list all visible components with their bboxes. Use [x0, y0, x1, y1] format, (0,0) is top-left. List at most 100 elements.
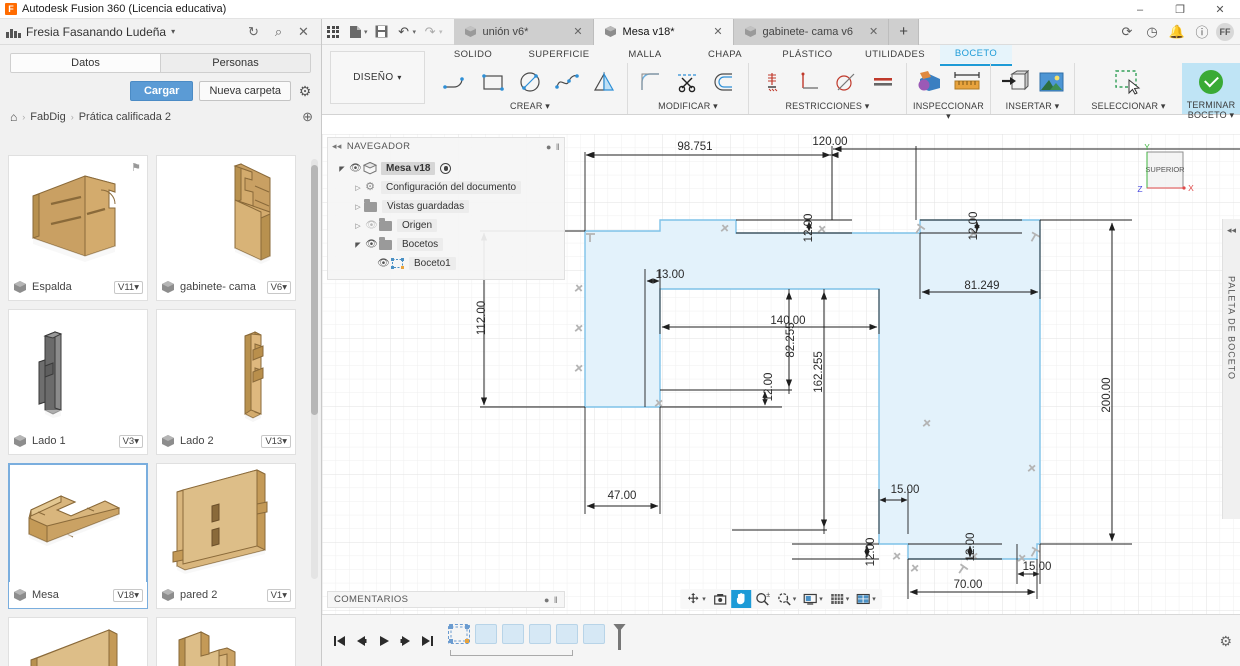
data-item-card[interactable]	[8, 617, 148, 666]
search-icon[interactable]: ⌕	[271, 24, 286, 39]
skip-start-icon[interactable]	[328, 628, 350, 654]
file-icon[interactable]	[344, 20, 366, 44]
data-item-card[interactable]: pared 2 V1▾	[156, 463, 296, 609]
ribbon-tab-boceto[interactable]: BOCETO	[940, 45, 1012, 66]
visibility-eye-icon[interactable]: 👁	[348, 163, 363, 174]
spline-icon[interactable]	[550, 65, 584, 99]
timeline-settings-gear-icon[interactable]: ⚙	[1219, 633, 1232, 650]
document-tab-mesa[interactable]: Mesa v18* ✕	[593, 18, 734, 45]
insert-image-icon[interactable]	[1034, 65, 1068, 99]
close-tab-icon[interactable]: ✕	[563, 25, 582, 38]
chevron-down-icon[interactable]: ▾	[793, 595, 797, 603]
expand-triangle-icon[interactable]: ▷	[352, 222, 364, 230]
expand-triangle-icon[interactable]: ◤	[352, 241, 364, 249]
data-item-card[interactable]: ⚑ Espalda V11▾	[8, 155, 148, 301]
chevron-down-icon[interactable]: ▾	[171, 27, 175, 36]
comments-options-icon[interactable]: ●	[544, 595, 550, 605]
avatar[interactable]: FF	[1216, 22, 1234, 41]
maximize-button[interactable]: ❐	[1160, 0, 1200, 19]
arc-icon[interactable]	[439, 65, 473, 99]
measure-ruler-icon[interactable]	[950, 65, 984, 99]
perpendicular-icon[interactable]	[792, 65, 826, 99]
tab-personas[interactable]: Personas	[161, 54, 310, 72]
grid-snap-icon[interactable]: ▾	[827, 590, 853, 608]
version-badge[interactable]: V11▾	[114, 280, 143, 294]
comments-panel[interactable]: COMENTARIOS ● ‖	[327, 591, 565, 608]
help-icon[interactable]: ⓘ	[1191, 21, 1213, 43]
tree-item-origin[interactable]: ▷ 👁 Origen	[328, 216, 564, 235]
ribbon-panel-label[interactable]: MODIFICAR ▾	[634, 101, 742, 114]
tree-item-sketches[interactable]: ◤ 👁 Bocetos	[328, 235, 564, 254]
step-forward-icon[interactable]	[394, 628, 416, 654]
visibility-eye-icon[interactable]: 👁	[376, 258, 391, 269]
breadcrumb-item-current[interactable]: Prática calificada 2	[79, 111, 171, 123]
refresh-icon[interactable]: ↻	[246, 24, 261, 39]
timeline-feature[interactable]	[502, 623, 524, 644]
breadcrumb-item-fabdig[interactable]: FabDig	[30, 111, 65, 123]
redo-icon[interactable]: ↷	[419, 20, 441, 44]
ribbon-panel-label[interactable]: RESTRICCIONES ▾	[755, 101, 900, 114]
tangent-icon[interactable]	[829, 65, 863, 99]
display-settings-icon[interactable]: ▾	[800, 590, 826, 608]
chevron-down-icon[interactable]: ▾	[702, 595, 706, 603]
ribbon-tab-malla[interactable]: MALLA	[605, 49, 685, 60]
orbit-icon[interactable]: ▾	[683, 590, 709, 608]
expand-triangle-icon[interactable]: ▷	[352, 203, 364, 211]
finish-sketch-button[interactable]: TERMINAR BOCETO ▾	[1182, 63, 1240, 120]
viewports-icon[interactable]: ▾	[853, 590, 879, 608]
dimension-icon[interactable]	[755, 65, 789, 99]
ribbon-tab-solido[interactable]: SOLIDO	[433, 49, 513, 60]
step-back-icon[interactable]	[350, 628, 372, 654]
close-tab-icon[interactable]: ✕	[859, 25, 878, 38]
redo-caret-icon[interactable]: ▾	[439, 28, 443, 36]
expand-triangle-icon[interactable]: ▷	[352, 184, 364, 192]
sketch-canvas[interactable]: 98.751 120.00 112.00 13.00 12.00 12.00 8…	[322, 134, 1240, 614]
version-badge[interactable]: V13▾	[261, 434, 291, 448]
insert-derive-icon[interactable]	[997, 65, 1031, 99]
tab-datos[interactable]: Datos	[11, 54, 161, 72]
rectangle-icon[interactable]	[476, 65, 510, 99]
sketch-palette-bar[interactable]: ◂◂ PALETA DE BOCETO	[1222, 219, 1240, 519]
ribbon-panel-label[interactable]: SELECCIONAR ▾	[1081, 101, 1176, 114]
minimize-button[interactable]: –	[1120, 0, 1160, 19]
tree-item-boceto1[interactable]: 👁 Boceto1	[328, 254, 564, 273]
collapse-icon[interactable]: ◂◂	[1227, 225, 1236, 236]
ribbon-tab-chapa[interactable]: CHAPA	[685, 49, 765, 60]
chevron-down-icon[interactable]: ▾	[846, 595, 850, 603]
equal-icon[interactable]	[866, 65, 900, 99]
ribbon-panel-label[interactable]: CREAR ▾	[439, 101, 621, 114]
file-caret-icon[interactable]: ▾	[364, 28, 368, 36]
ribbon-panel-label[interactable]: INSPECCIONAR ▾	[913, 101, 984, 121]
activate-component-icon[interactable]	[440, 163, 452, 174]
save-icon[interactable]	[371, 20, 393, 44]
tree-item-saved-views[interactable]: ▷ Vistas guardadas	[328, 197, 564, 216]
pan-hand-icon[interactable]	[730, 590, 751, 608]
gear-icon[interactable]: ⚙	[297, 83, 313, 100]
expand-triangle-icon[interactable]: ◤	[336, 165, 348, 173]
workspace-selector[interactable]: DISEÑO ▾	[330, 51, 425, 104]
ribbon-tab-plastico[interactable]: PLÁSTICO	[765, 49, 850, 60]
play-icon[interactable]	[372, 628, 394, 654]
navigator-options-icon[interactable]: ●	[546, 142, 552, 152]
version-badge[interactable]: V18▾	[113, 588, 143, 602]
data-item-card[interactable]: Lado 1 V3▾	[8, 309, 148, 455]
close-button[interactable]: ✕	[1200, 0, 1240, 19]
trim-icon[interactable]	[671, 65, 705, 99]
timeline-feature[interactable]	[475, 623, 497, 644]
close-panel-icon[interactable]: ✕	[296, 24, 311, 39]
comments-resize-icon[interactable]: ‖	[554, 595, 558, 605]
visibility-eye-icon[interactable]: 👁	[364, 239, 379, 250]
collapse-icon[interactable]: ◂◂	[332, 141, 342, 152]
circle-icon[interactable]	[513, 65, 547, 99]
measure-solids-icon[interactable]	[913, 65, 947, 99]
navigator-resize-icon[interactable]: ‖	[556, 142, 560, 152]
data-item-card[interactable]: Lado 2 V13▾	[156, 309, 296, 455]
view-cube[interactable]: SUPERIOR Y X Z	[1133, 143, 1195, 205]
look-at-icon[interactable]	[710, 590, 730, 608]
home-icon[interactable]: ⌂	[10, 110, 17, 124]
tree-item-mesa[interactable]: ◤ 👁 Mesa v18	[328, 159, 564, 178]
clock-icon[interactable]: ◷	[1141, 21, 1163, 43]
timeline-sketch-feature[interactable]	[448, 623, 470, 644]
zoom-window-icon[interactable]: ▾	[774, 590, 800, 608]
bell-icon[interactable]: 🔔	[1166, 21, 1188, 43]
